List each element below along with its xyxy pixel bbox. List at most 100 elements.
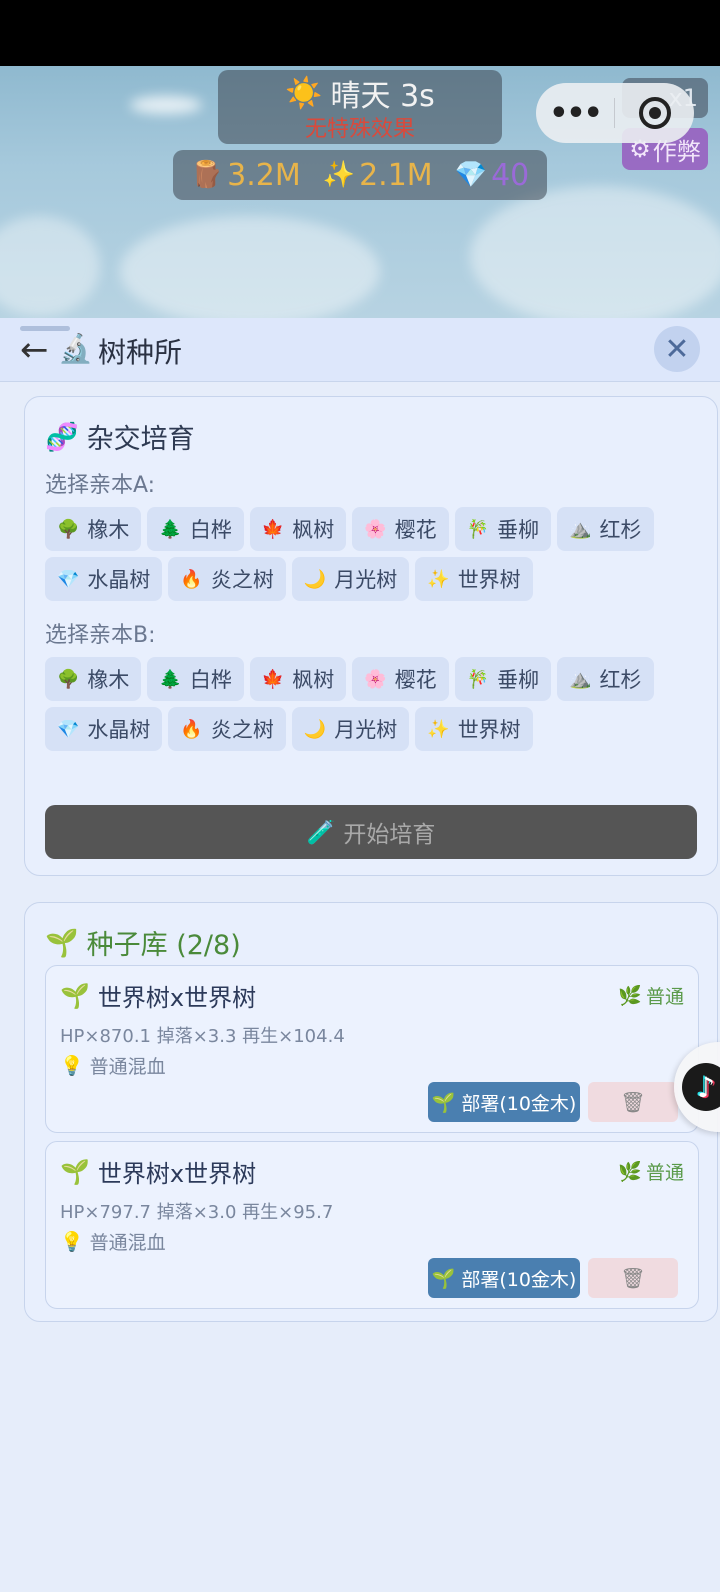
- seed-note: 普通混血: [89, 1056, 166, 1078]
- parent-b-option[interactable]: 💎 水晶树: [45, 707, 163, 751]
- parent-a-option[interactable]: ✨ 世界树: [415, 557, 533, 601]
- tree-label: 垂柳: [497, 668, 540, 692]
- gem-icon: 💎: [454, 160, 488, 190]
- herb-icon: 🌿: [618, 985, 642, 1007]
- tiktok-icon: ♪: [682, 1063, 720, 1111]
- deploy-button[interactable]: 🌱 部署(10金木): [428, 1258, 580, 1298]
- tree-label: 垂柳: [497, 518, 540, 542]
- tree-icon: 🌙: [303, 568, 327, 590]
- seed-stats: HP×797.7 掉落×3.0 再生×95.7: [60, 1202, 334, 1223]
- parent-a-option[interactable]: 🔥 炎之树: [168, 557, 286, 601]
- parent-b-option[interactable]: 🌙 月光树: [291, 707, 410, 751]
- target-icon: [638, 97, 671, 129]
- resource-gem: 💎 40: [455, 158, 530, 193]
- deploy-button[interactable]: 🌱 部署(10金木): [428, 1082, 580, 1122]
- tree-icon: 🎋: [466, 668, 490, 690]
- tree-icon: ✨: [427, 568, 450, 590]
- resource-wood: 🪵 3.2M: [191, 158, 301, 193]
- cloud: [470, 186, 720, 318]
- tree-icon: ⛰️: [569, 518, 592, 540]
- cloud: [130, 96, 202, 114]
- page-title: 树种所: [98, 336, 183, 369]
- weather-indicator: ☀️ 晴天 3s 无特殊效果: [218, 70, 502, 144]
- parent-b-option[interactable]: ✨ 世界树: [415, 707, 533, 751]
- close-button[interactable]: ✕: [654, 326, 700, 372]
- seed-library-title: 🌱 种子库 (2/8): [45, 923, 241, 962]
- parent-b-option[interactable]: ⛰️ 红杉: [557, 657, 654, 701]
- seed-name: 世界树x世界树: [97, 1160, 257, 1188]
- microscope-icon: 🔬: [58, 332, 93, 365]
- trash-icon: 🗑: [620, 1266, 646, 1290]
- parent-b-option[interactable]: 🌳 橡木: [45, 657, 142, 701]
- trash-icon: 🗑: [620, 1090, 646, 1114]
- parent-a-option[interactable]: 🌳 橡木: [45, 507, 142, 551]
- seed-item: 🌱 世界树x世界树 🌿 普通 HP×797.7 掉落×3.0 再生×95.7 💡…: [45, 1141, 699, 1309]
- test-tube-icon: 🧪: [306, 819, 336, 846]
- weather-effect: 无特殊效果: [304, 117, 415, 142]
- dna-icon: 🧬: [45, 421, 79, 453]
- seedling-icon: 🌱: [60, 981, 90, 1010]
- parent-a-option[interactable]: 🌙 月光树: [291, 557, 410, 601]
- delete-button[interactable]: 🗑: [588, 1258, 678, 1298]
- tree-label: 枫树: [292, 668, 335, 692]
- tree-icon: 🌙: [303, 718, 327, 740]
- parent-b-option[interactable]: 🎋 垂柳: [454, 657, 552, 701]
- parent-a-option[interactable]: 🎋 垂柳: [454, 507, 552, 551]
- lightbulb-icon: 💡: [60, 1055, 84, 1077]
- tree-icon: 🍁: [261, 518, 285, 540]
- tree-icon: 🌸: [364, 668, 387, 690]
- nursery-panel: ← 🔬 树种所 ✕ 🧬 杂交培育 选择亲本A: 🌳 橡木 🌲 白桦 🍁 枫树 🌸 樱花 🎋 垂柳 ⛰…: [0, 318, 720, 1592]
- tree-label: 橡木: [87, 668, 130, 692]
- parent-a-label: 选择亲本A:: [45, 473, 156, 498]
- breeding-section: 🧬 杂交培育 选择亲本A: 🌳 橡木 🌲 白桦 🍁 枫树 🌸 樱花 🎋 垂柳 ⛰️ 红杉 💎 水晶树 🔥 炎之…: [24, 396, 718, 876]
- tree-label: 水晶树: [87, 568, 151, 592]
- start-breeding-button[interactable]: 🧪 开始培育: [45, 805, 697, 859]
- cloud: [0, 216, 100, 316]
- seed-library-section: 🌱 种子库 (2/8) 🌱 世界树x世界树 🌿 普通 HP×870.1 掉落×3…: [24, 902, 718, 1322]
- seed-library-label: 种子库 (2/8): [86, 930, 241, 961]
- resource-bar: 🪵 3.2M ✨ 2.1M 💎 40: [173, 150, 547, 200]
- parent-a-option[interactable]: 🌲 白桦: [147, 507, 244, 551]
- parent-b-option[interactable]: 🔥 炎之树: [168, 707, 286, 751]
- delete-button[interactable]: 🗑: [588, 1082, 678, 1122]
- tree-label: 月光树: [334, 718, 398, 742]
- tree-icon: ✨: [427, 718, 450, 740]
- seedling-icon: 🌱: [45, 927, 79, 959]
- tree-label: 炎之树: [210, 568, 274, 592]
- tree-icon: 🔥: [180, 568, 203, 590]
- tree-icon: 🍁: [261, 668, 285, 690]
- tree-label: 世界树: [457, 718, 521, 742]
- weather-label: 晴天 3s: [330, 79, 435, 114]
- tree-label: 樱花: [394, 518, 437, 542]
- parent-b-option[interactable]: 🍁 枫树: [249, 657, 347, 701]
- tree-label: 枫树: [292, 518, 335, 542]
- seed-rarity: 普通: [645, 986, 684, 1008]
- tree-icon: 🌲: [159, 518, 182, 540]
- seed-stats: HP×870.1 掉落×3.3 再生×104.4: [60, 1026, 345, 1047]
- back-arrow-icon[interactable]: ←: [20, 330, 49, 370]
- parent-a-option[interactable]: ⛰️ 红杉: [557, 507, 654, 551]
- resource-sparkle: ✨ 2.1M: [323, 158, 433, 193]
- parent-a-options: 🌳 橡木 🌲 白桦 🍁 枫树 🌸 樱花 🎋 垂柳 ⛰️ 红杉 💎 水晶树 🔥 炎之树 🌙 月光树 ✨ 世界树: [45, 507, 705, 601]
- tree-label: 樱花: [394, 668, 437, 692]
- deploy-label: 部署(10金木): [461, 1092, 577, 1115]
- tree-label: 世界树: [457, 568, 521, 592]
- status-bar: [0, 0, 720, 66]
- tree-icon: 🌳: [57, 518, 80, 540]
- parent-a-option[interactable]: 🌸 樱花: [352, 507, 449, 551]
- parent-b-option[interactable]: 🌲 白桦: [147, 657, 244, 701]
- panel-header: ← 🔬 树种所 ✕: [0, 318, 720, 382]
- close-miniprogram-button[interactable]: [615, 97, 694, 129]
- cloud: [120, 216, 380, 318]
- wood-value: 3.2M: [227, 157, 301, 193]
- parent-b-option[interactable]: 🌸 樱花: [352, 657, 449, 701]
- tree-label: 月光树: [334, 568, 398, 592]
- parent-a-option[interactable]: 🍁 枫树: [249, 507, 347, 551]
- herb-icon: 🌿: [618, 1161, 642, 1183]
- tree-icon: 🌸: [364, 518, 387, 540]
- more-menu-icon[interactable]: •••: [536, 96, 614, 131]
- game-view[interactable]: ☀️ 晴天 3s 无特殊效果 🪵 3.2M ✨ 2.1M 💎 40 x1 ⚙ 作…: [0, 66, 720, 318]
- tree-icon: 🌲: [159, 668, 182, 690]
- deploy-label: 部署(10金木): [461, 1268, 577, 1291]
- parent-a-option[interactable]: 💎 水晶树: [45, 557, 163, 601]
